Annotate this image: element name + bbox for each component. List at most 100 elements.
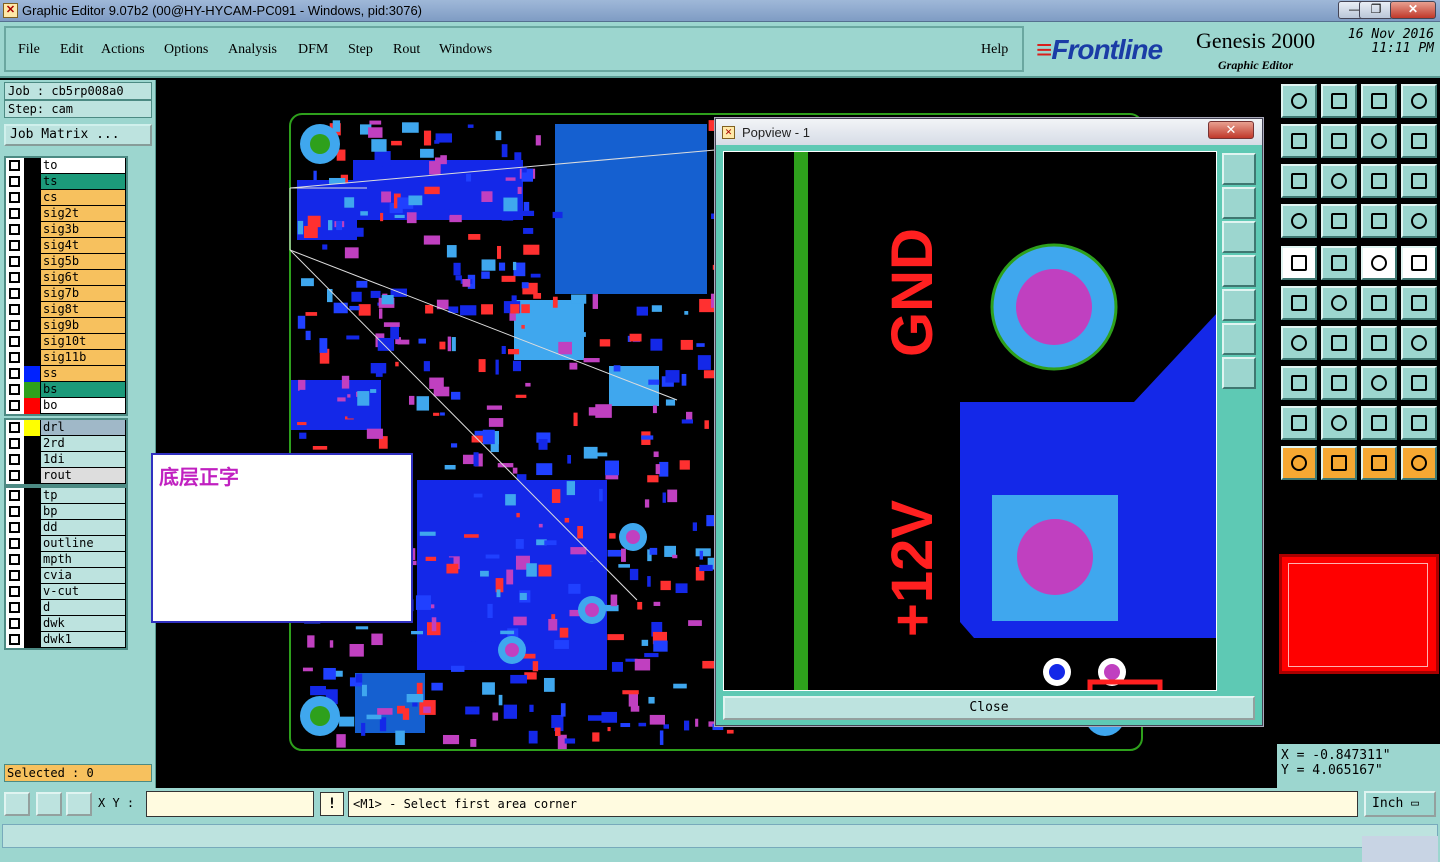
maximize-button[interactable]: ❐ <box>1359 1 1393 19</box>
layer-checkbox[interactable] <box>9 256 20 267</box>
tool-button-7-2[interactable] <box>1361 366 1397 400</box>
tool-button-5-0[interactable] <box>1281 286 1317 320</box>
layer-row-outline[interactable]: outline <box>6 536 126 552</box>
zoom-area-icon[interactable] <box>4 792 30 816</box>
tool-button-3-0[interactable] <box>1281 204 1317 238</box>
layer-row-ts[interactable]: ts <box>6 174 126 190</box>
tool-button-3-2[interactable] <box>1361 204 1397 238</box>
close-button[interactable]: ✕ <box>1390 1 1436 19</box>
layer-checkbox[interactable] <box>9 208 20 219</box>
tool-button-9-0[interactable] <box>1281 446 1317 480</box>
unit-selector[interactable]: Inch ▭ <box>1364 791 1436 817</box>
layer-row-sig6t[interactable]: sig6t <box>6 270 126 286</box>
popview-close-button[interactable]: Close <box>723 696 1255 720</box>
popview-tool-6[interactable] <box>1222 323 1256 355</box>
layer-checkbox[interactable] <box>9 160 20 171</box>
popview-tool-7[interactable] <box>1222 357 1256 389</box>
layer-row-dd[interactable]: dd <box>6 520 126 536</box>
layer-row-drl[interactable]: drl <box>6 420 126 436</box>
layer-row-cvia[interactable]: cvia <box>6 568 126 584</box>
layer-row-v-cut[interactable]: v-cut <box>6 584 126 600</box>
layer-checkbox[interactable] <box>9 454 20 465</box>
menu-options[interactable]: Options <box>164 42 208 58</box>
tool-button-0-1[interactable] <box>1321 84 1357 118</box>
menu-windows[interactable]: Windows <box>439 42 492 58</box>
layer-checkbox[interactable] <box>9 522 20 533</box>
layer-checkbox[interactable] <box>9 272 20 283</box>
layer-checkbox[interactable] <box>9 224 20 235</box>
layer-row-sig3b[interactable]: sig3b <box>6 222 126 238</box>
layer-row-sig10t[interactable]: sig10t <box>6 334 126 350</box>
layer-row-rout[interactable]: rout <box>6 468 126 484</box>
tool-button-6-3[interactable] <box>1401 326 1437 360</box>
layer-checkbox[interactable] <box>9 384 20 395</box>
tool-button-2-0[interactable] <box>1281 164 1317 198</box>
popview-canvas[interactable]: GND +12V <box>723 151 1217 691</box>
layer-row-sig5b[interactable]: sig5b <box>6 254 126 270</box>
layer-row-bo[interactable]: bo <box>6 398 126 414</box>
xy-input[interactable] <box>146 791 314 817</box>
tool-button-1-3[interactable] <box>1401 124 1437 158</box>
layer-checkbox[interactable] <box>9 400 20 411</box>
tool-button-3-1[interactable] <box>1321 204 1357 238</box>
layer-checkbox[interactable] <box>9 192 20 203</box>
tool-button-3-3[interactable] <box>1401 204 1437 238</box>
grid-snap-icon[interactable] <box>66 792 92 816</box>
layer-row-dwk1[interactable]: dwk1 <box>6 632 126 648</box>
popview-tool-5[interactable] <box>1222 289 1256 321</box>
layer-checkbox[interactable] <box>9 586 20 597</box>
layer-row-cs[interactable]: cs <box>6 190 126 206</box>
menu-rout[interactable]: Rout <box>393 42 420 58</box>
layer-checkbox[interactable] <box>9 288 20 299</box>
tool-button-0-3[interactable] <box>1401 84 1437 118</box>
layer-row-ss[interactable]: ss <box>6 366 126 382</box>
popview-tool-3[interactable] <box>1222 221 1256 253</box>
layer-checkbox[interactable] <box>9 570 20 581</box>
tool-button-0-0[interactable] <box>1281 84 1317 118</box>
tool-button-4-3[interactable] <box>1401 246 1437 280</box>
layer-scrollbar[interactable] <box>128 156 152 656</box>
layer-checkbox[interactable] <box>9 240 20 251</box>
tool-button-4-0[interactable] <box>1281 246 1317 280</box>
layer-checkbox[interactable] <box>9 538 20 549</box>
tool-button-5-1[interactable] <box>1321 286 1357 320</box>
layer-checkbox[interactable] <box>9 336 20 347</box>
layer-row-tp[interactable]: tp <box>6 488 126 504</box>
tool-button-8-3[interactable] <box>1401 406 1437 440</box>
tool-button-8-0[interactable] <box>1281 406 1317 440</box>
layer-row-dwk[interactable]: dwk <box>6 616 126 632</box>
menu-step[interactable]: Step <box>348 42 373 58</box>
menu-analysis[interactable]: Analysis <box>228 42 277 58</box>
layer-checkbox[interactable] <box>9 506 20 517</box>
layer-row-sig11b[interactable]: sig11b <box>6 350 126 366</box>
popview-close-x-button[interactable]: ✕ <box>1208 121 1254 139</box>
tool-button-9-2[interactable] <box>1361 446 1397 480</box>
layer-checkbox[interactable] <box>9 554 20 565</box>
tool-button-4-1[interactable] <box>1321 246 1357 280</box>
tool-button-7-0[interactable] <box>1281 366 1317 400</box>
menu-actions[interactable]: Actions <box>101 42 145 58</box>
layer-row-mpth[interactable]: mpth <box>6 552 126 568</box>
tool-button-8-2[interactable] <box>1361 406 1397 440</box>
layer-checkbox[interactable] <box>9 618 20 629</box>
layer-checkbox[interactable] <box>9 634 20 645</box>
tool-button-1-0[interactable] <box>1281 124 1317 158</box>
layer-row-d[interactable]: d <box>6 600 126 616</box>
alert-button[interactable]: ! <box>320 792 344 816</box>
layer-row-sig9b[interactable]: sig9b <box>6 318 126 334</box>
tool-button-8-1[interactable] <box>1321 406 1357 440</box>
tool-button-7-1[interactable] <box>1321 366 1357 400</box>
layer-row-1di[interactable]: 1di <box>6 452 126 468</box>
popview-tool-1[interactable] <box>1222 153 1256 185</box>
tool-button-4-2[interactable] <box>1361 246 1397 280</box>
layer-checkbox[interactable] <box>9 490 20 501</box>
layer-checkbox[interactable] <box>9 470 20 481</box>
tool-button-2-1[interactable] <box>1321 164 1357 198</box>
menu-help[interactable]: Help <box>981 42 1008 58</box>
layer-checkbox[interactable] <box>9 368 20 379</box>
tool-button-9-3[interactable] <box>1401 446 1437 480</box>
tool-button-6-1[interactable] <box>1321 326 1357 360</box>
menu-dfm[interactable]: DFM <box>298 42 328 58</box>
tool-button-2-3[interactable] <box>1401 164 1437 198</box>
popview-tool-4[interactable] <box>1222 255 1256 287</box>
